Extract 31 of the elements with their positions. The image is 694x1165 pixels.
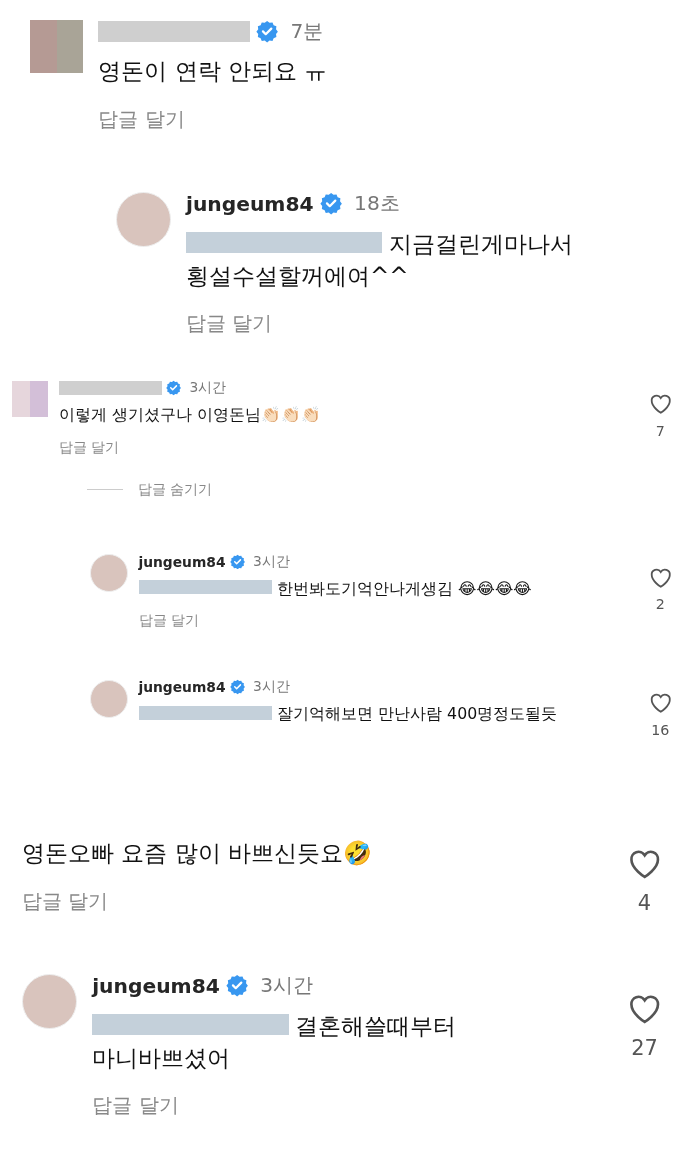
username[interactable]: jungeum84 bbox=[92, 973, 220, 998]
blurred-avatar bbox=[12, 380, 48, 417]
username[interactable]: jungeum84 bbox=[186, 191, 314, 216]
like-count: 2 bbox=[655, 596, 665, 613]
like-count: 7 bbox=[655, 422, 665, 439]
reply-link[interactable]: 답글 달기 bbox=[98, 105, 185, 133]
blurred-avatar bbox=[30, 20, 83, 73]
comment-text: 영돈오빠 요즘 많이 바쁘신듯요🤣 bbox=[22, 839, 374, 869]
comment-time: 3시간 bbox=[253, 552, 290, 571]
comment-text: 결혼해쓸때부터 마니바쁘셨어 bbox=[92, 1011, 458, 1073]
comment-text: 한번봐도기억안나게생김 😂😂😂😂 bbox=[138, 577, 627, 600]
like-count: 27 bbox=[631, 1035, 658, 1060]
comment-time: 18초 bbox=[354, 190, 400, 218]
comment-time: 7분 bbox=[290, 18, 324, 45]
reply-link[interactable]: 답글 달기 bbox=[22, 887, 109, 915]
comment-text: 잘기억해보면 만난사람 400명정도될듯 bbox=[138, 703, 627, 726]
comment-time: 3시간 bbox=[253, 678, 290, 697]
like-count: 16 bbox=[651, 721, 670, 738]
comment-text: 영돈이 연락 안되요 ㅠ bbox=[98, 57, 329, 87]
comment-time: 3시간 bbox=[189, 379, 227, 397]
reply-link[interactable]: 답글 달기 bbox=[92, 1092, 179, 1120]
hide-replies-link[interactable]: 답글 숨기기 bbox=[138, 480, 213, 499]
comment-text: 이렇게 생기셨구나 이영돈님👏🏻👏🏻👏🏻 bbox=[58, 404, 322, 427]
reply-link[interactable]: 답글 달기 bbox=[58, 438, 119, 457]
reply-link[interactable]: 답글 달기 bbox=[138, 612, 199, 631]
username[interactable]: jungeum84 bbox=[138, 679, 226, 696]
like-count: 4 bbox=[637, 890, 652, 915]
comment-text: 지금걸린게마나서 횡설수설할꺼에여^^ bbox=[186, 229, 575, 291]
reply-link[interactable]: 답글 달기 bbox=[186, 310, 273, 338]
username[interactable]: jungeum84 bbox=[138, 553, 226, 570]
comment-time: 3시간 bbox=[260, 972, 314, 1000]
